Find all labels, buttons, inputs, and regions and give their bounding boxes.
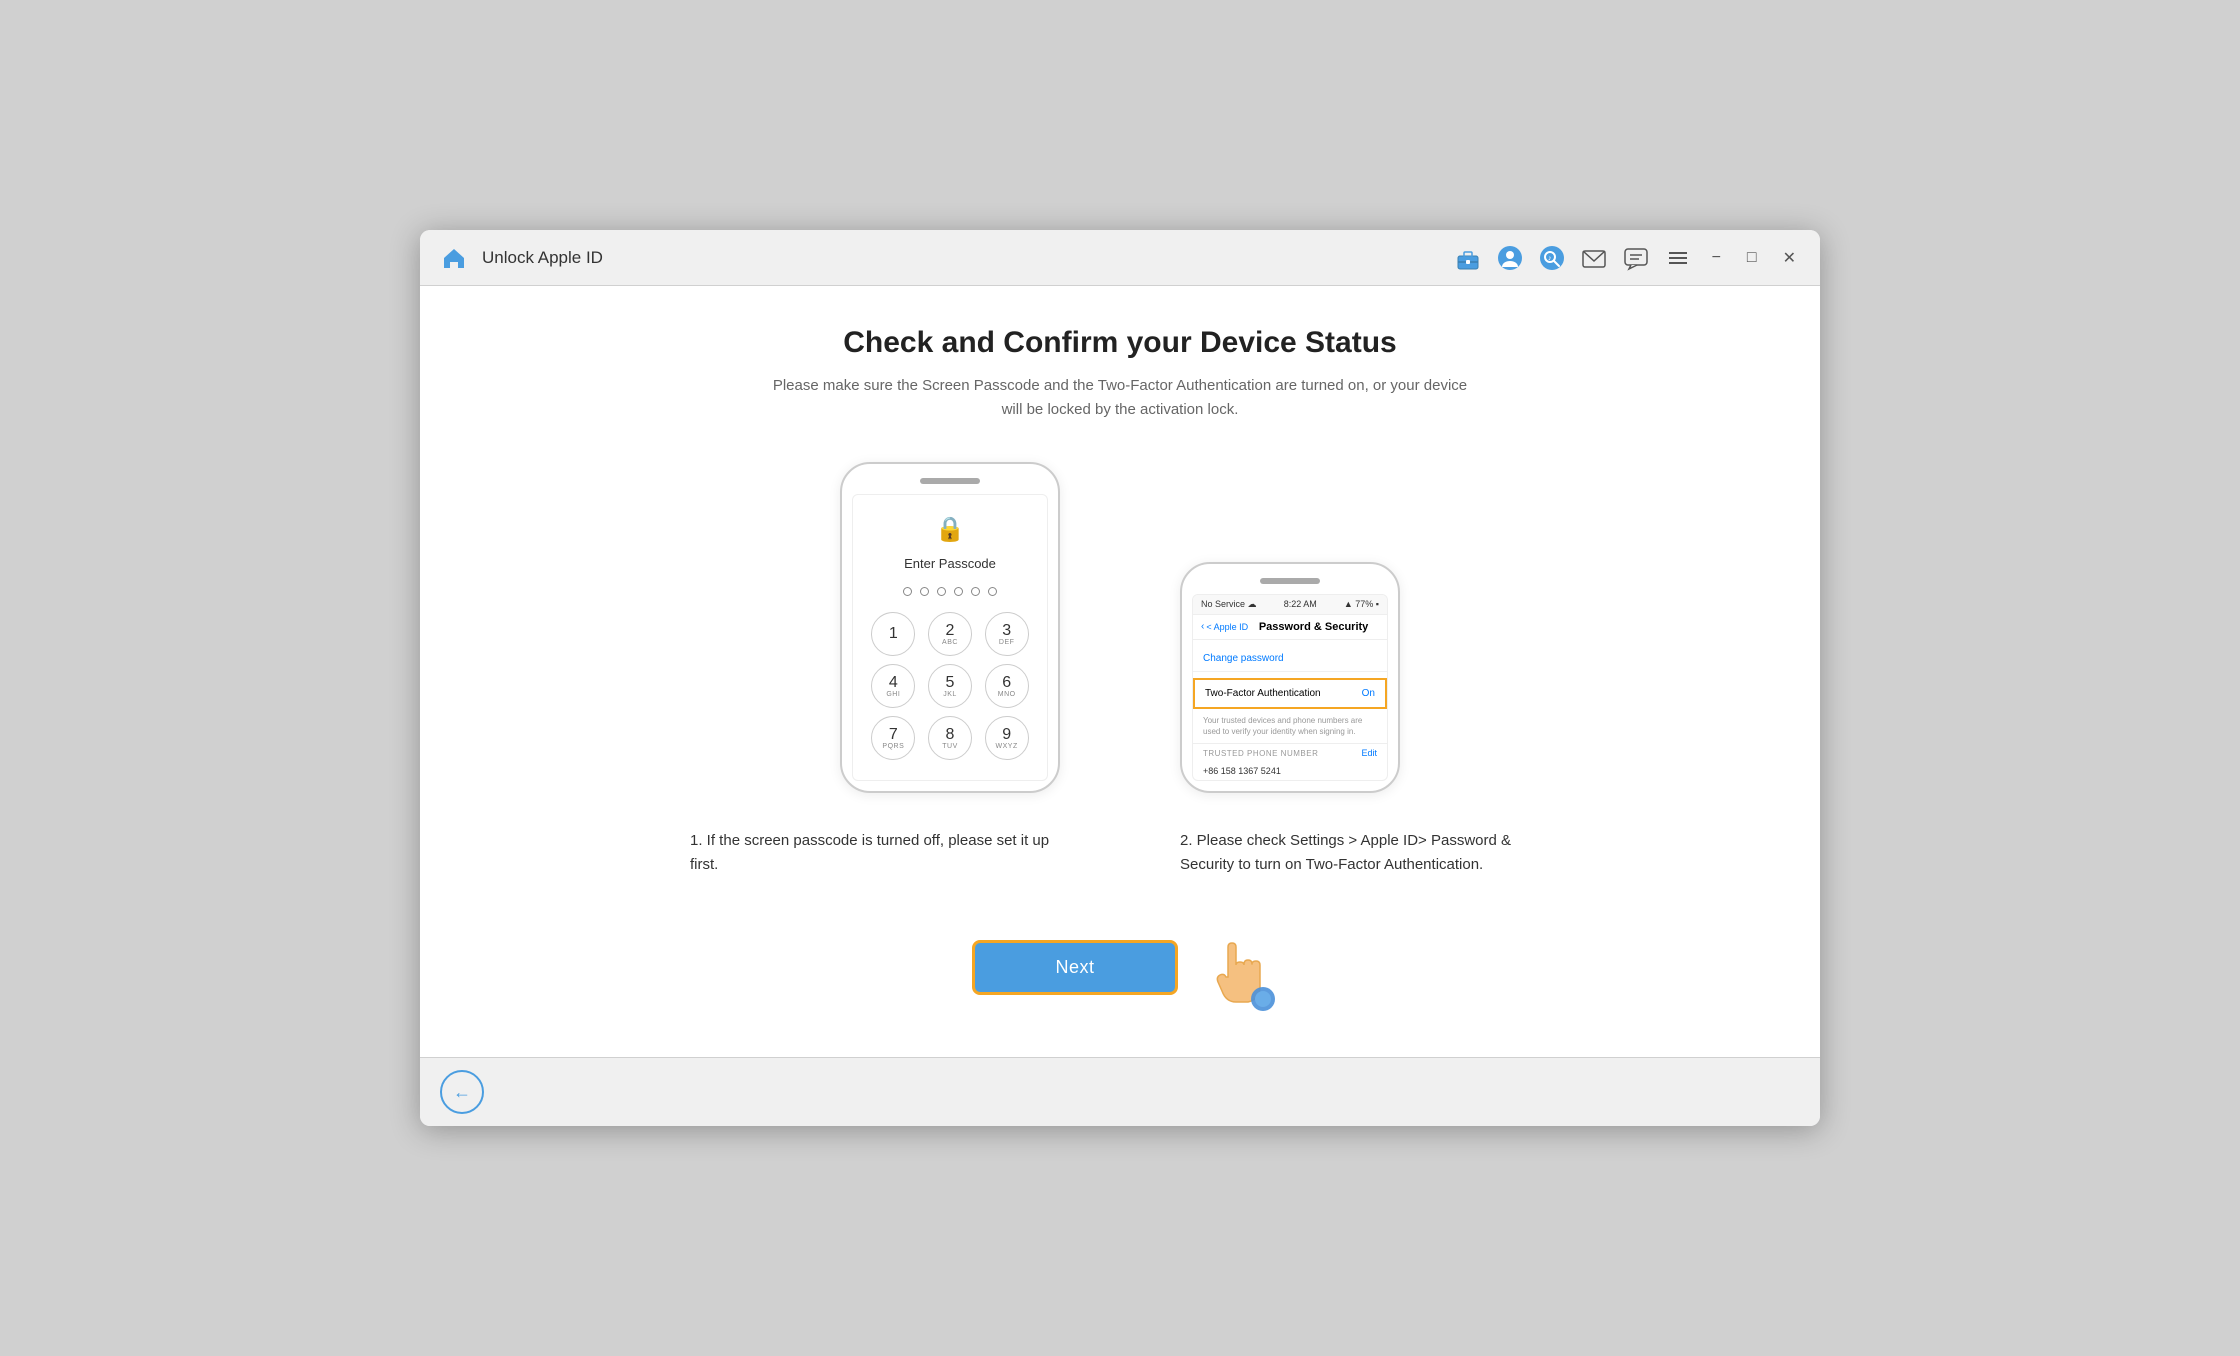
key-7[interactable]: 7 PQRS [871, 716, 915, 760]
change-password-item: Change password [1193, 646, 1387, 672]
dot-6 [988, 587, 997, 596]
phones-row: 🔒 Enter Passcode 1 [840, 462, 1400, 793]
toolbox-icon[interactable] [1452, 242, 1484, 274]
key-8[interactable]: 8 TUV [928, 716, 972, 760]
status-bar: No Service ☁ 8:22 AM ▲ 77% ▪ [1193, 595, 1387, 615]
status-time: 8:22 AM [1284, 599, 1317, 609]
dot-1 [903, 587, 912, 596]
descriptions-row: 1. If the screen passcode is turned off,… [690, 829, 1550, 877]
key-2[interactable]: 2 ABC [928, 612, 972, 656]
enter-passcode-label: Enter Passcode [904, 556, 996, 571]
dot-4 [954, 587, 963, 596]
passcode-content: 🔒 Enter Passcode 1 [853, 495, 1047, 780]
key-1[interactable]: 1 [871, 612, 915, 656]
key-5[interactable]: 5 JKL [928, 664, 972, 708]
user-icon[interactable] [1494, 242, 1526, 274]
edit-link[interactable]: Edit [1361, 748, 1377, 758]
mail-icon[interactable] [1578, 242, 1610, 274]
back-arrow-icon: ← [453, 1082, 471, 1103]
title-bar-icons: ♪ [1452, 242, 1804, 274]
home-icon[interactable] [436, 240, 472, 276]
two-factor-row: Two-Factor Authentication On [1193, 678, 1387, 709]
chat-icon[interactable] [1620, 242, 1652, 274]
key-9[interactable]: 9 WXYZ [985, 716, 1029, 760]
phone-speaker [920, 478, 980, 484]
maximize-button[interactable]: □ [1739, 247, 1765, 269]
bottom-bar: ← [420, 1057, 1820, 1126]
minimize-button[interactable]: − [1704, 247, 1729, 269]
window-title: Unlock Apple ID [482, 248, 603, 268]
main-content: Check and Confirm your Device Status Ple… [420, 286, 1820, 1057]
phone-number: +86 158 1367 5241 [1193, 762, 1387, 780]
title-bar-left: Unlock Apple ID [436, 240, 1440, 276]
keypad: 1 2 ABC 3 DEF [869, 612, 1031, 760]
dot-3 [937, 587, 946, 596]
key-3[interactable]: 3 DEF [985, 612, 1029, 656]
settings-phone: No Service ☁ 8:22 AM ▲ 77% ▪ ‹ < Apple I… [1180, 562, 1400, 793]
passcode-screen: 🔒 Enter Passcode 1 [852, 494, 1048, 781]
nav-row: ‹ < Apple ID Password & Security [1193, 615, 1387, 640]
dot-5 [971, 587, 980, 596]
settings-screen: No Service ☁ 8:22 AM ▲ 77% ▪ ‹ < Apple I… [1192, 594, 1388, 781]
trusted-label: TRUSTED PHONE NUMBER [1203, 749, 1318, 758]
two-factor-label: Two-Factor Authentication [1205, 688, 1321, 699]
svg-text:♪: ♪ [1548, 255, 1552, 262]
dot-2 [920, 587, 929, 596]
key-6[interactable]: 6 MNO [985, 664, 1029, 708]
music-search-icon[interactable]: ♪ [1536, 242, 1568, 274]
status-right: ▲ 77% ▪ [1344, 599, 1379, 609]
next-btn-wrap: Next [972, 927, 1267, 1007]
title-bar: Unlock Apple ID [420, 230, 1820, 286]
hand-cursor-icon [1208, 927, 1268, 1007]
lock-icon: 🔒 [935, 515, 965, 544]
trusted-section: TRUSTED PHONE NUMBER Edit [1193, 743, 1387, 762]
passcode-phone: 🔒 Enter Passcode 1 [840, 462, 1060, 793]
passcode-dots [903, 587, 997, 596]
two-factor-value: On [1362, 688, 1375, 699]
page-subtitle: Please make sure the Screen Passcode and… [770, 374, 1470, 422]
page-title: Check and Confirm your Device Status [843, 326, 1396, 360]
back-button[interactable]: ← [440, 1070, 484, 1114]
app-window: Unlock Apple ID [420, 230, 1820, 1126]
desc-2: 2. Please check Settings > Apple ID> Pas… [1180, 829, 1550, 877]
phone-speaker-2 [1260, 578, 1320, 584]
key-4[interactable]: 4 GHI [871, 664, 915, 708]
menu-icon[interactable] [1662, 242, 1694, 274]
settings-list: Change password [1193, 640, 1387, 678]
nav-back: ‹ < Apple ID [1201, 621, 1248, 632]
desc-1: 1. If the screen passcode is turned off,… [690, 829, 1060, 877]
two-factor-description: Your trusted devices and phone numbers a… [1193, 709, 1387, 743]
close-button[interactable]: ✕ [1775, 246, 1804, 270]
next-button[interactable]: Next [972, 940, 1177, 995]
nav-title: Password & Security [1248, 621, 1379, 633]
status-left: No Service ☁ [1201, 599, 1257, 610]
